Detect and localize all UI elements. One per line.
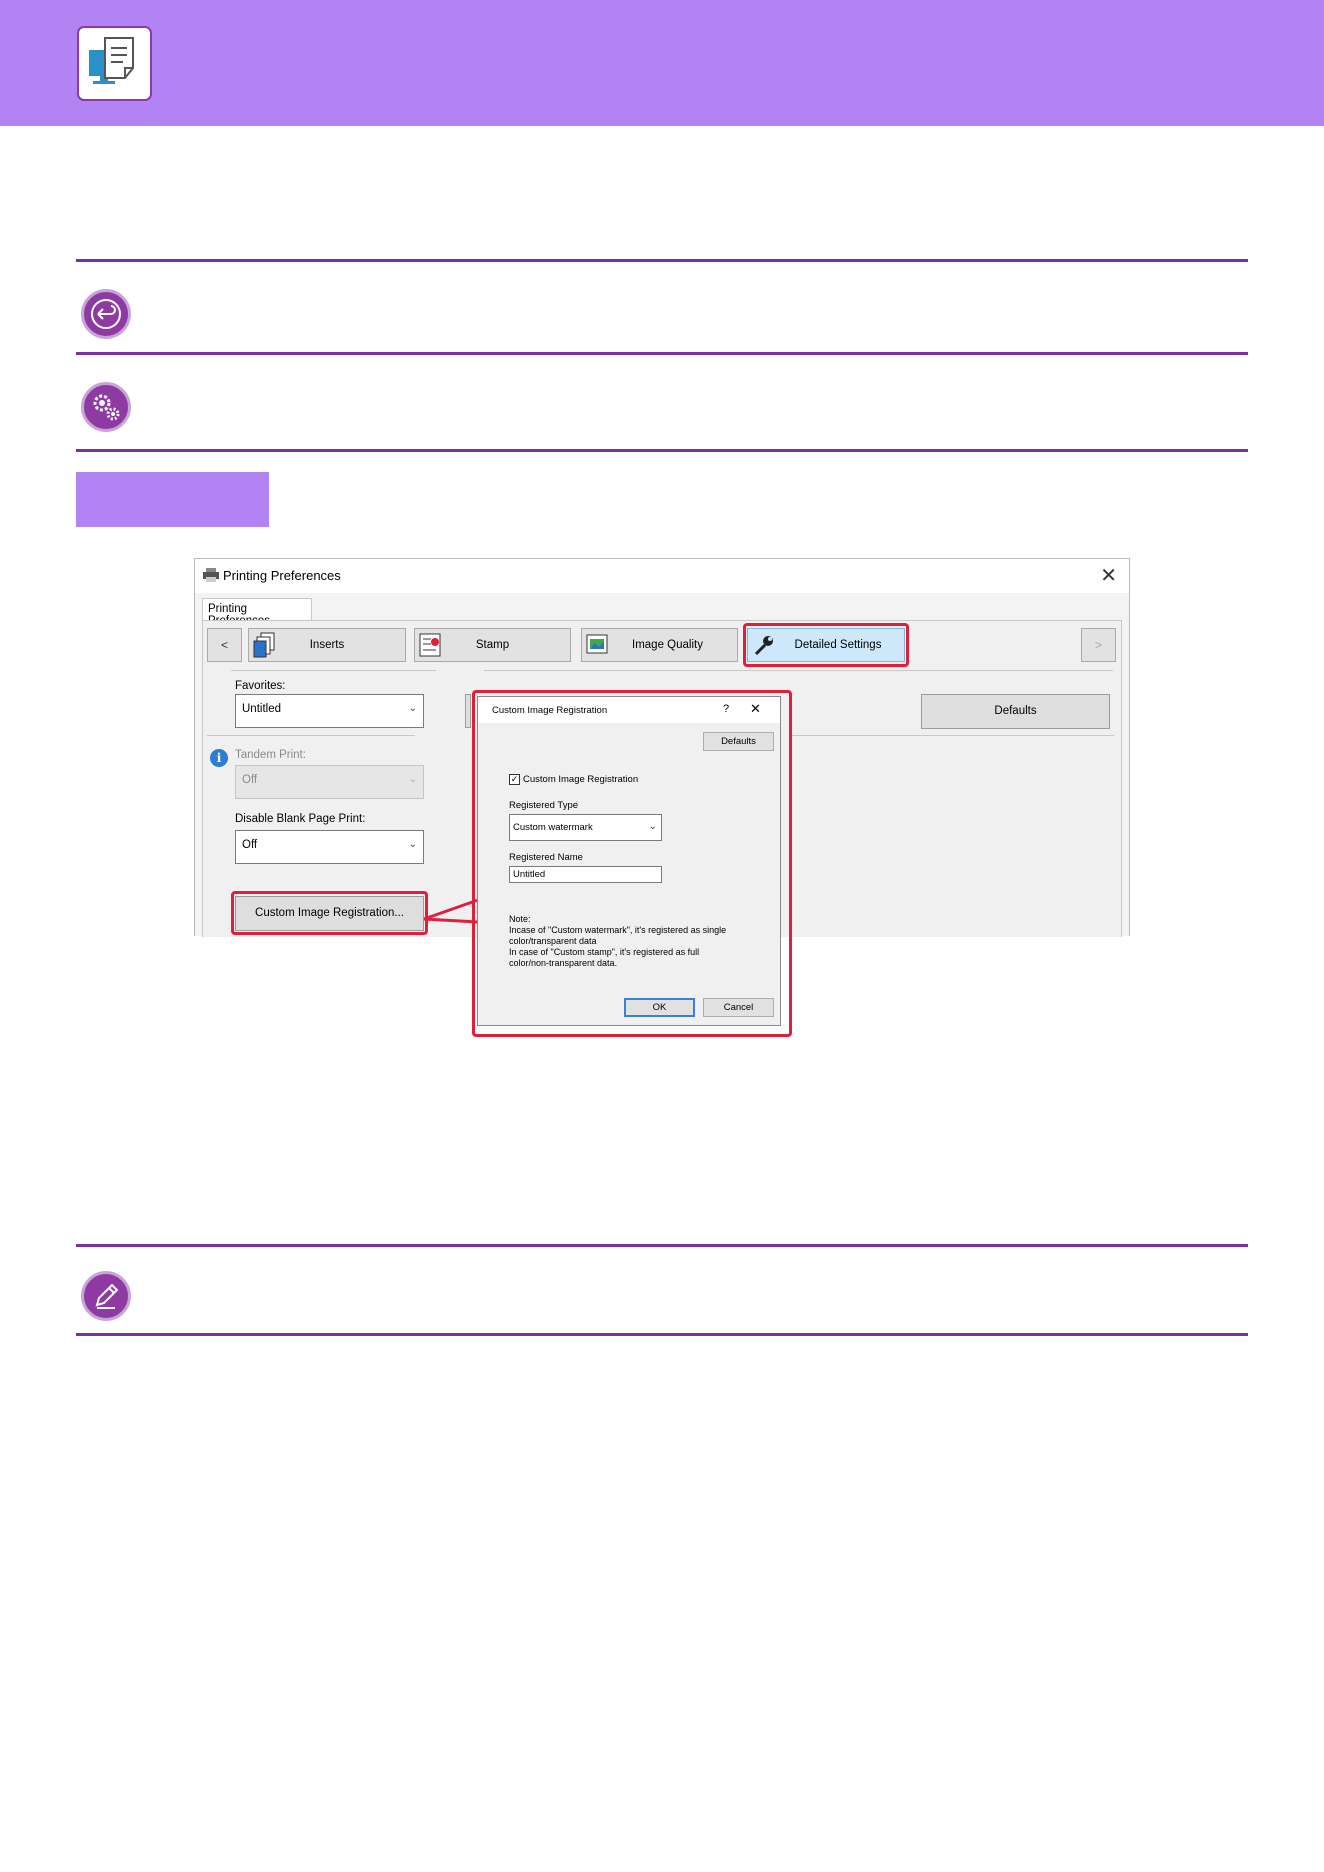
chevron-down-icon: ⌄ xyxy=(408,703,417,714)
group-separator xyxy=(484,670,1113,671)
close-icon[interactable]: ✕ xyxy=(750,701,761,717)
step-marker xyxy=(76,472,269,527)
dialog-defaults-button[interactable]: Defaults xyxy=(703,732,774,751)
registered-name-label: Registered Name xyxy=(509,852,583,863)
pencil-note-icon xyxy=(81,1271,131,1321)
favorites-value: Untitled xyxy=(242,703,281,715)
note-line: Note: xyxy=(509,914,531,924)
callout-connector xyxy=(423,898,479,924)
header-banner xyxy=(0,0,1324,126)
tab-image-quality[interactable]: Image Quality xyxy=(581,628,738,662)
custom-image-registration-checkbox[interactable]: ✓ xyxy=(509,774,520,785)
group-separator xyxy=(207,735,415,736)
dialog-note: Note: Incase of "Custom watermark", it's… xyxy=(509,914,739,969)
tab-highlight-frame xyxy=(743,623,909,667)
tab-inserts[interactable]: Inserts xyxy=(248,628,406,662)
disable-blank-page-value: Off xyxy=(242,839,258,851)
defaults-button[interactable]: Defaults xyxy=(921,694,1110,729)
custom-image-registration-dialog: Custom Image Registration ? ✕ Defaults ✓… xyxy=(477,696,781,1026)
tandem-print-select[interactable]: Off ⌄ xyxy=(235,765,424,799)
printer-icon xyxy=(203,568,219,582)
disable-blank-page-label: Disable Blank Page Print: xyxy=(235,813,366,825)
group-separator xyxy=(231,670,436,671)
tab-scroll-left-button[interactable]: < xyxy=(207,628,242,662)
ok-button[interactable]: OK xyxy=(624,998,695,1017)
disable-blank-page-select[interactable]: Off ⌄ xyxy=(235,830,424,864)
note-line: color/non-transparent data. xyxy=(509,958,618,968)
registered-name-input[interactable]: Untitled xyxy=(509,866,662,883)
window-title: Printing Preferences xyxy=(223,568,341,583)
note-line: In case of "Custom stamp", it's register… xyxy=(509,947,700,957)
close-icon[interactable]: ✕ xyxy=(1100,563,1117,588)
chevron-down-icon: ⌄ xyxy=(408,774,417,785)
checkbox-label: Custom Image Registration xyxy=(523,774,639,785)
partially-hidden-button[interactable] xyxy=(465,694,471,728)
info-icon: i xyxy=(210,749,228,767)
settings-gears-icon xyxy=(81,382,131,432)
return-icon xyxy=(81,289,131,339)
tandem-print-value: Off xyxy=(242,774,258,786)
registered-type-label: Registered Type xyxy=(509,800,579,811)
chevron-down-icon: ⌄ xyxy=(408,839,417,850)
dialog-title-bar: Custom Image Registration ? ✕ xyxy=(478,697,780,723)
tab-image-quality-label: Image Quality xyxy=(632,639,703,651)
help-icon[interactable]: ? xyxy=(723,703,729,715)
dialog-title: Custom Image Registration xyxy=(492,705,608,716)
favorites-label: Favorites: xyxy=(235,680,286,692)
note-line: color/transparent data xyxy=(509,936,597,946)
printer-document-icon xyxy=(77,26,152,101)
group-separator xyxy=(790,735,1114,736)
section-rule xyxy=(76,352,1248,355)
section-rule xyxy=(76,1244,1248,1247)
section-rule xyxy=(76,259,1248,262)
tab-stamp-label: Stamp xyxy=(475,639,510,651)
note-line: Incase of "Custom watermark", it's regis… xyxy=(509,925,727,935)
button-highlight-frame xyxy=(231,891,428,935)
tab-scroll-right-button[interactable]: > xyxy=(1081,628,1116,662)
window-title-bar: Printing Preferences ✕ xyxy=(195,559,1129,593)
tandem-print-label: Tandem Print: xyxy=(235,749,306,761)
section-rule xyxy=(76,1333,1248,1336)
tab-stamp[interactable]: Stamp xyxy=(414,628,571,662)
tab-printing-preferences[interactable]: Printing Preferences xyxy=(202,598,312,627)
registered-type-select[interactable]: Custom watermark ⌄ xyxy=(509,814,662,841)
favorites-select[interactable]: Untitled ⌄ xyxy=(235,694,424,728)
chevron-down-icon: ⌄ xyxy=(648,821,657,832)
registered-type-value: Custom watermark xyxy=(513,822,593,833)
tab-inserts-label: Inserts xyxy=(309,639,345,651)
cancel-button[interactable]: Cancel xyxy=(703,998,774,1017)
section-rule xyxy=(76,449,1248,452)
